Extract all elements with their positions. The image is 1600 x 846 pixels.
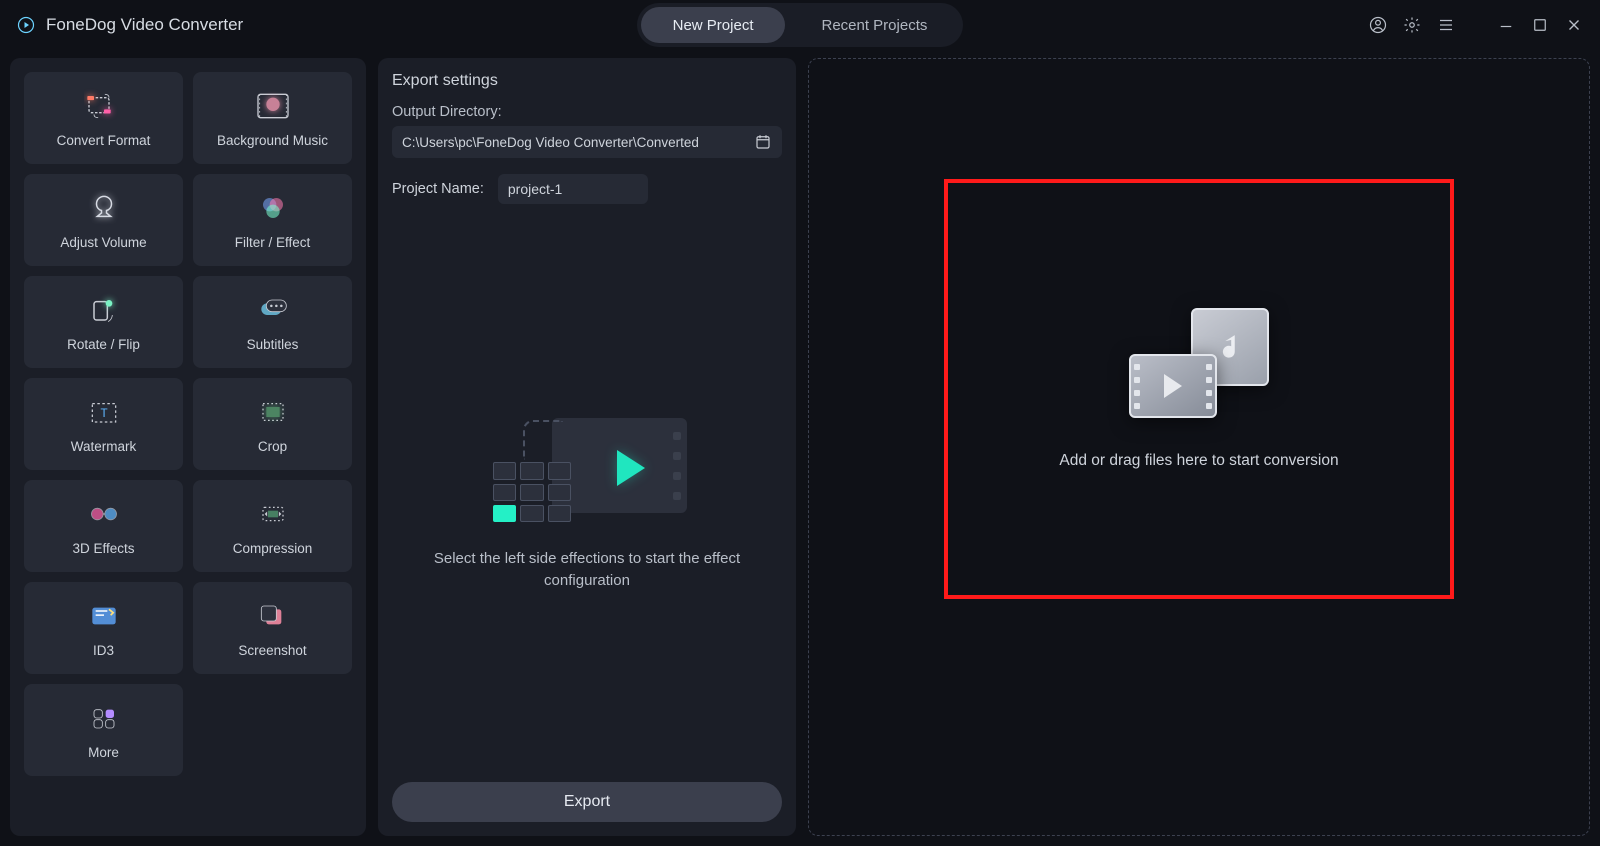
dropzone-label: Add or drag files here to start conversi… [1059,452,1338,470]
adjust-volume-icon [84,191,124,225]
tool-screenshot[interactable]: Screenshot [193,582,352,674]
tool-label: Rotate / Flip [67,337,140,352]
tab-group: New Project Recent Projects [0,3,1600,47]
main-layout: Convert Format Background Music Adjust V… [0,50,1600,846]
tool-adjust-volume[interactable]: Adjust Volume [24,174,183,266]
tool-label: Filter / Effect [235,235,311,250]
tool-label: Compression [233,541,313,556]
screenshot-icon [253,599,293,633]
tool-label: 3D Effects [72,541,134,556]
project-name-input[interactable] [498,174,648,204]
tool-label: Screenshot [238,643,306,658]
tool-label: Convert Format [57,133,151,148]
crop-icon [253,395,293,429]
export-panel: Export settings Output Directory: C:\Use… [378,58,796,836]
filter-effect-icon [253,191,293,225]
convert-format-icon [84,89,124,123]
tool-label: Watermark [71,439,137,454]
rotate-flip-icon [84,293,124,327]
subtitles-icon [253,293,293,327]
project-name-label: Project Name: [392,181,484,197]
svg-text:T: T [100,407,107,420]
export-button[interactable]: Export [392,782,782,822]
tool-subtitles[interactable]: Subtitles [193,276,352,368]
video-file-icon [1129,354,1217,418]
background-music-icon [253,89,293,123]
tool-label: Crop [258,439,287,454]
tool-watermark[interactable]: T Watermark [24,378,183,470]
tab-recent-projects[interactable]: Recent Projects [789,7,959,43]
export-settings-title: Export settings [392,72,782,90]
compression-icon [253,497,293,531]
tool-background-music[interactable]: Background Music [193,72,352,164]
threed-effects-icon [84,497,124,531]
effect-placeholder-hint: Select the left side effections to start… [432,548,742,592]
tool-panel: Convert Format Background Music Adjust V… [10,58,366,836]
tool-label: Background Music [217,133,328,148]
output-directory-value: C:\Users\pc\FoneDog Video Converter\Conv… [402,135,699,150]
output-directory-field[interactable]: C:\Users\pc\FoneDog Video Converter\Conv… [392,126,782,158]
tool-label: More [88,745,119,760]
effect-placeholder: Select the left side effections to start… [392,228,782,782]
more-icon [84,701,124,735]
tool-filter-effect[interactable]: Filter / Effect [193,174,352,266]
dropzone-illustration [1129,308,1269,418]
output-directory-label: Output Directory: [392,104,782,120]
watermark-icon: T [84,395,124,429]
tool-label: ID3 [93,643,114,658]
tool-3d-effects[interactable]: 3D Effects [24,480,183,572]
browse-folder-icon[interactable] [754,133,772,151]
id3-icon [84,599,124,633]
tab-new-project[interactable]: New Project [641,7,786,43]
file-dropzone[interactable]: Add or drag files here to start conversi… [944,179,1454,599]
tool-id3[interactable]: ID3 [24,582,183,674]
tool-rotate-flip[interactable]: Rotate / Flip [24,276,183,368]
tool-label: Subtitles [247,337,299,352]
tool-crop[interactable]: Crop [193,378,352,470]
titlebar: FoneDog Video Converter New Project Rece… [0,0,1600,50]
tool-convert-format[interactable]: Convert Format [24,72,183,164]
effect-placeholder-illustration [487,418,687,528]
tool-label: Adjust Volume [60,235,146,250]
dropzone-panel: Add or drag files here to start conversi… [808,58,1590,836]
tool-compression[interactable]: Compression [193,480,352,572]
tool-more[interactable]: More [24,684,183,776]
project-name-row: Project Name: [392,174,782,204]
